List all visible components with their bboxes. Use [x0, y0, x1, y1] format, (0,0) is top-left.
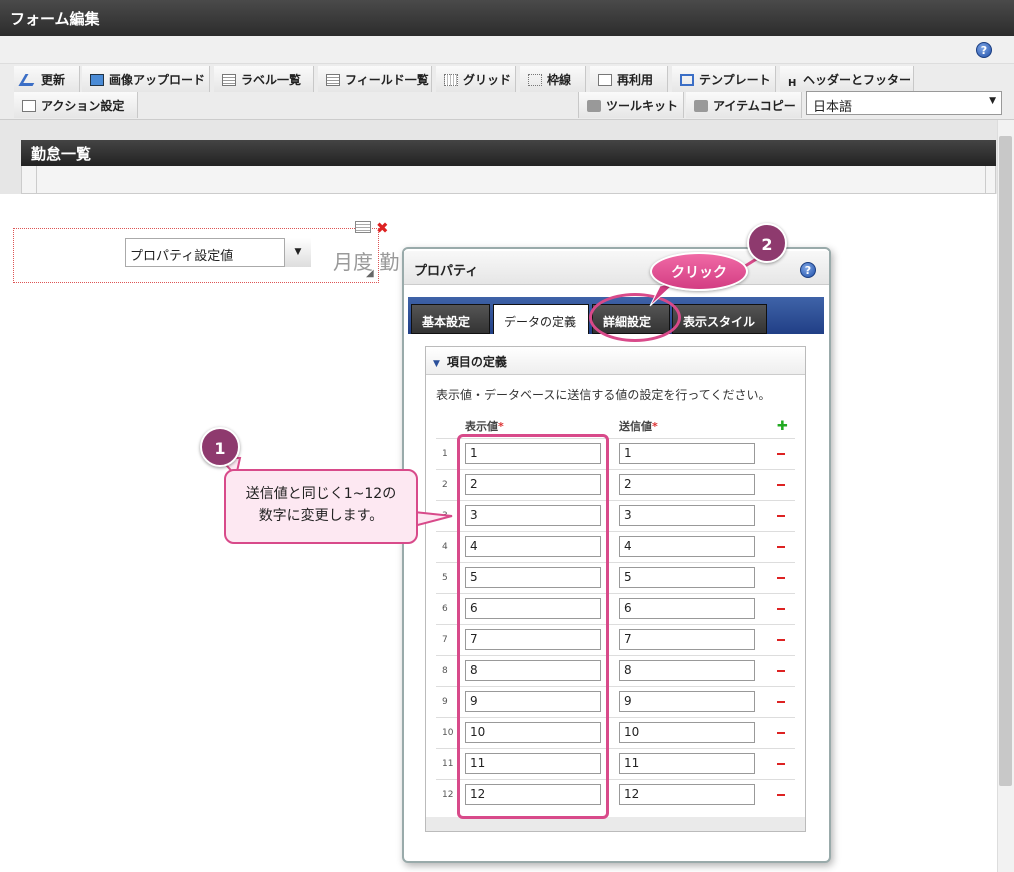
step1-callout: 送信値と同じく1~12の 数字に変更します。 — [224, 469, 418, 544]
step1-badge: 1 — [200, 427, 240, 467]
step2-badge: 2 — [747, 223, 787, 263]
step1-arrow — [413, 510, 453, 528]
callout-pointers — [217, 256, 759, 528]
click-callout: クリック — [650, 252, 748, 291]
